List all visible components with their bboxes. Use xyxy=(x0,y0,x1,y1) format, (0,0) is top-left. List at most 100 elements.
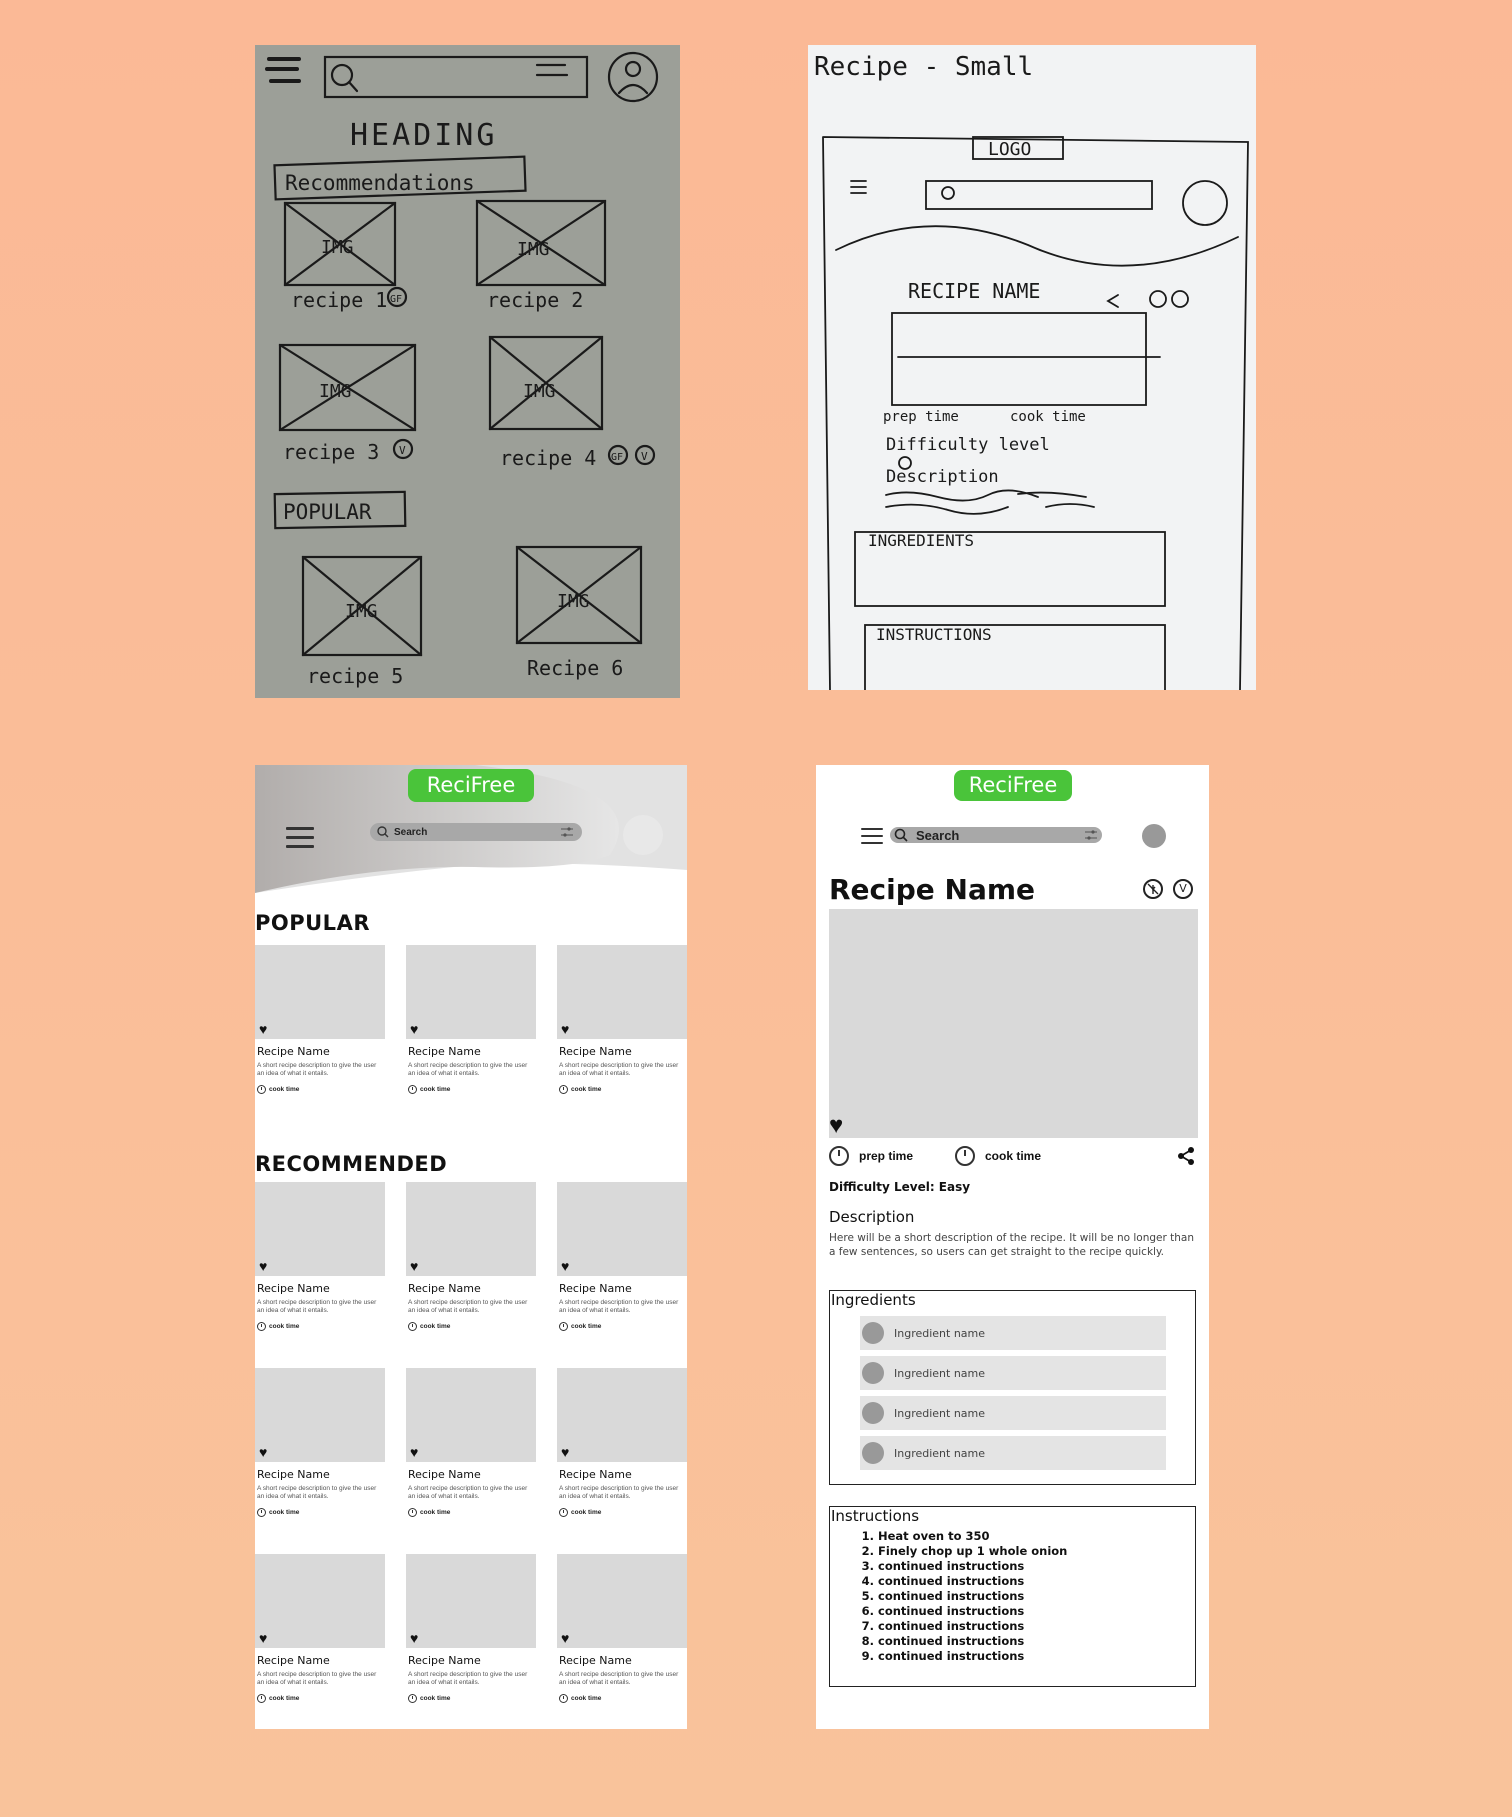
share-icon[interactable] xyxy=(1176,1146,1196,1166)
instructions-list: Heat oven to 350Finely chop up 1 whole o… xyxy=(830,1529,1195,1664)
avatar[interactable] xyxy=(623,815,663,855)
recipe-description: A short recipe description to give the u… xyxy=(257,1671,377,1686)
recipe-card[interactable]: ♥ Recipe Name A short recipe description t… xyxy=(255,1554,385,1714)
svg-text:INGREDIENTS: INGREDIENTS xyxy=(868,531,974,550)
svg-text:GF: GF xyxy=(611,452,623,463)
recipe-card[interactable]: ♥ Recipe Name A short recipe description t… xyxy=(255,1182,385,1342)
prep-time-label: prep time xyxy=(859,1149,914,1163)
card-sketch-2: IMG recipe 2 xyxy=(475,199,607,312)
recipe-title: Recipe Name xyxy=(829,873,1036,906)
heart-icon[interactable]: ♥ xyxy=(561,1259,569,1273)
ingredient-item[interactable]: Ingredient name xyxy=(860,1316,1166,1350)
recipe-card[interactable]: ♥ Recipe Name A short recipe description t… xyxy=(406,1182,536,1342)
profile-icon xyxy=(607,51,659,103)
image-placeholder xyxy=(891,312,1147,406)
recommended-heading: RECOMMENDED xyxy=(255,1152,448,1176)
filter-icon[interactable] xyxy=(560,826,574,838)
recipe-card[interactable]: ♥ Recipe Name A short recipe description t… xyxy=(557,1182,687,1342)
recipe-image: ♥ xyxy=(255,1554,385,1648)
heart-icon[interactable]: ♥ xyxy=(561,1022,569,1036)
recipe-description: A short recipe description to give the u… xyxy=(559,1671,679,1686)
timer-icon xyxy=(559,1322,568,1331)
heart-icon[interactable]: ♥ xyxy=(259,1259,267,1273)
heart-icon[interactable]: ♥ xyxy=(561,1631,569,1645)
menu-icon[interactable] xyxy=(286,827,314,849)
heart-icon[interactable]: ♥ xyxy=(259,1445,267,1459)
cook-time-label: cook time xyxy=(269,1509,300,1516)
heart-icon[interactable]: ♥ xyxy=(410,1259,418,1273)
recipe-card[interactable]: ♥ Recipe Name A short recipe description t… xyxy=(406,1554,536,1714)
recipe-card[interactable]: ♥ Recipe Name A short recipe description t… xyxy=(406,1368,536,1528)
ingredient-checkbox[interactable] xyxy=(862,1322,884,1344)
recipe-description: A short recipe description to give the u… xyxy=(408,1485,528,1500)
timer-icon xyxy=(408,1508,417,1517)
timer-icon xyxy=(829,1146,849,1166)
svg-text:Difficulty level: Difficulty level xyxy=(886,435,1050,455)
filter-icon[interactable] xyxy=(1084,829,1098,841)
profile-icon xyxy=(1182,180,1228,226)
heart-icon[interactable]: ♥ xyxy=(410,1445,418,1459)
instruction-step: continued instructions xyxy=(878,1634,1195,1649)
recipe-name: Recipe Name xyxy=(559,1468,632,1481)
timer-icon xyxy=(559,1085,568,1094)
brand-logo-button[interactable]: ReciFree xyxy=(954,770,1072,801)
recipe-image: ♥ xyxy=(255,1368,385,1462)
recipe-card[interactable]: ♥ Recipe Name A short recipe description t… xyxy=(557,945,687,1105)
recipe-card[interactable]: ♥ Recipe Name A short recipe description t… xyxy=(557,1554,687,1714)
cook-time: cook time xyxy=(257,1694,385,1703)
recipe-description: A short recipe description to give the u… xyxy=(257,1485,377,1500)
cook-time-label: cook time xyxy=(571,1695,602,1702)
search-input[interactable]: Search xyxy=(370,823,582,841)
cook-time-label: cook time xyxy=(269,1323,300,1330)
ingredient-checkbox[interactable] xyxy=(862,1362,884,1384)
ingredient-checkbox[interactable] xyxy=(862,1402,884,1424)
ingredient-item[interactable]: Ingredient name xyxy=(860,1356,1166,1390)
recipe-card[interactable]: ♥ Recipe Name A short recipe description t… xyxy=(406,945,536,1105)
timer-icon xyxy=(559,1694,568,1703)
recipe-card[interactable]: ♥ Recipe Name A short recipe description t… xyxy=(255,945,385,1105)
recipe-name: Recipe Name xyxy=(408,1654,481,1667)
recipe-name: Recipe Name xyxy=(559,1654,632,1667)
heart-icon[interactable]: ♥ xyxy=(259,1631,267,1645)
search-input[interactable]: Search xyxy=(890,827,1102,843)
recipe-description: A short recipe description to give the u… xyxy=(408,1671,528,1686)
menu-icon[interactable] xyxy=(861,828,883,850)
timer-icon xyxy=(559,1508,568,1517)
heading-text: HEADING xyxy=(350,118,497,153)
ingredient-label: Ingredient name xyxy=(894,1446,986,1460)
ingredient-item[interactable]: Ingredient name xyxy=(860,1396,1166,1430)
instruction-step: continued instructions xyxy=(878,1559,1195,1574)
recipe-card[interactable]: ♥ Recipe Name A short recipe description t… xyxy=(557,1368,687,1528)
recipe-name: Recipe Name xyxy=(257,1045,330,1058)
prep-time: prep time xyxy=(829,1146,913,1166)
heart-icon[interactable]: ♥ xyxy=(410,1631,418,1645)
svg-text:prep time: prep time xyxy=(883,409,959,425)
heart-icon[interactable]: ♥ xyxy=(410,1022,418,1036)
svg-text:IMG: IMG xyxy=(321,237,354,258)
ingredient-checkbox[interactable] xyxy=(862,1442,884,1464)
cook-time-label: cook time xyxy=(571,1509,602,1516)
recipe-card[interactable]: ♥ Recipe Name A short recipe description t… xyxy=(255,1368,385,1528)
instruction-step: continued instructions xyxy=(878,1604,1195,1619)
ingredient-item[interactable]: Ingredient name xyxy=(860,1436,1166,1470)
recipe-image: ♥ xyxy=(557,1554,687,1648)
heart-icon[interactable]: ♥ xyxy=(829,1114,843,1138)
heart-icon[interactable]: ♥ xyxy=(259,1022,267,1036)
recipe-name: Recipe Name xyxy=(408,1282,481,1295)
svg-text:IMG: IMG xyxy=(319,381,352,402)
svg-text:Recipe 6: Recipe 6 xyxy=(527,656,623,680)
recipe-image: ♥ xyxy=(255,1182,385,1276)
instruction-step: continued instructions xyxy=(878,1574,1195,1589)
search-placeholder: Search xyxy=(394,826,428,838)
recipe-detail-mockup: ReciFree Search Recipe Name V ♥ prep tim… xyxy=(816,765,1209,1729)
recipe-image: ♥ xyxy=(406,1554,536,1648)
ingredients-heading: Ingredients xyxy=(831,1291,916,1309)
instruction-step: continued instructions xyxy=(878,1649,1195,1664)
heart-icon[interactable]: ♥ xyxy=(561,1445,569,1459)
svg-text:Description: Description xyxy=(886,467,999,487)
instruction-step: Finely chop up 1 whole onion xyxy=(878,1544,1195,1559)
svg-text:IMG: IMG xyxy=(517,239,550,260)
card-sketch-3: IMG recipe 3 V xyxy=(278,343,417,464)
avatar[interactable] xyxy=(1142,824,1166,848)
brand-logo-button[interactable]: ReciFree xyxy=(408,769,534,802)
